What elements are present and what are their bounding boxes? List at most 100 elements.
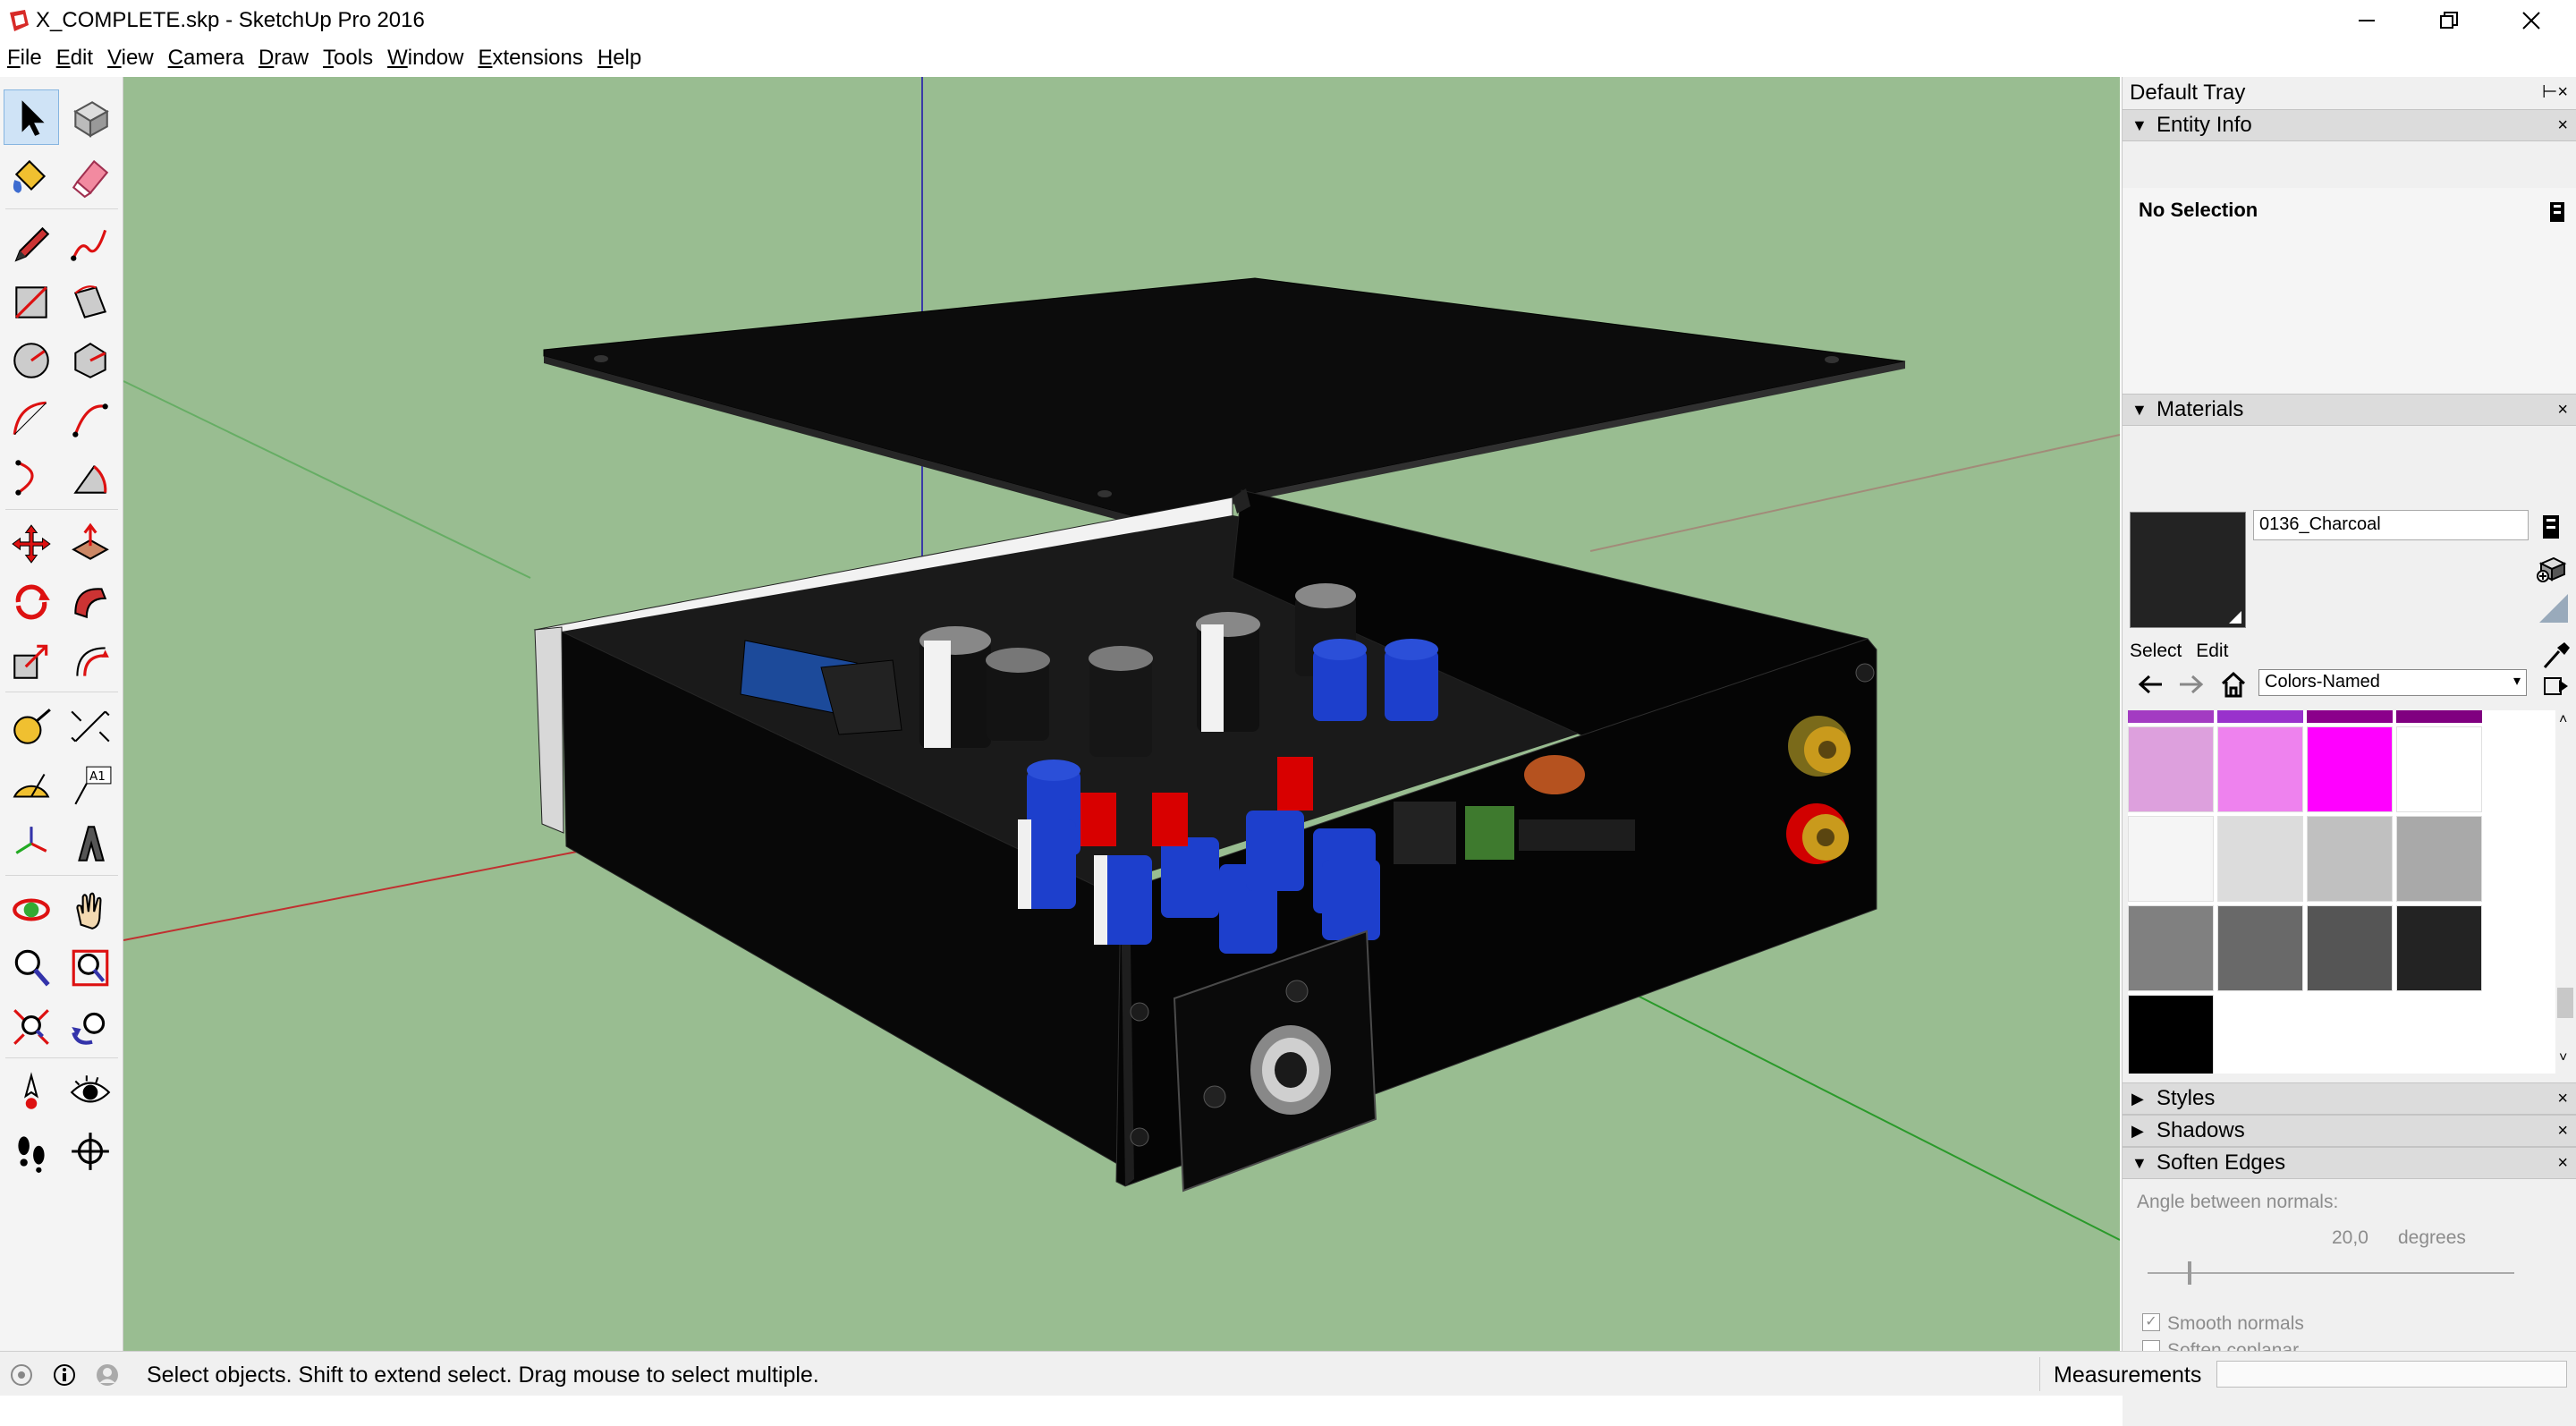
pie-tool-button[interactable] xyxy=(63,450,118,505)
material-grid-scrollbar[interactable]: ˄ ˅ xyxy=(2555,710,2575,1074)
angle-slider-thumb[interactable] xyxy=(2188,1261,2192,1285)
scale-tool-button[interactable] xyxy=(4,633,59,689)
material-swatch[interactable] xyxy=(2217,726,2303,812)
protractor-tool-button[interactable] xyxy=(4,758,59,813)
axes-tool-button[interactable] xyxy=(4,816,59,871)
offset-tool-button[interactable] xyxy=(63,633,118,689)
tray-close-icon[interactable]: ⊢× xyxy=(2542,81,2568,103)
panel-materials[interactable]: ▼ Materials × xyxy=(2123,394,2576,426)
material-swatch[interactable] xyxy=(2128,905,2214,991)
menu-draw[interactable]: Draw xyxy=(257,44,310,72)
model-viewport[interactable] xyxy=(123,77,2120,1351)
rotate-tool-button[interactable] xyxy=(4,574,59,630)
follow-me-tool-button[interactable] xyxy=(63,574,118,630)
model-canvas[interactable] xyxy=(123,77,2120,1351)
material-swatch[interactable] xyxy=(2217,905,2303,991)
credits-icon[interactable] xyxy=(52,1362,77,1388)
create-material-icon[interactable] xyxy=(2536,551,2568,583)
position-camera-tool-button[interactable] xyxy=(4,1065,59,1120)
panel-entity-info[interactable]: ▼ Entity Info × xyxy=(2123,109,2576,141)
walk-tool-button[interactable] xyxy=(4,1124,59,1179)
menu-extensions[interactable]: Extensions xyxy=(476,44,584,72)
rectangle-tool-button[interactable] xyxy=(4,275,59,330)
3d-text-tool-button[interactable] xyxy=(63,816,118,871)
material-swatch[interactable] xyxy=(2128,816,2214,902)
smooth-normals-checkbox[interactable]: ✓ xyxy=(2142,1313,2160,1331)
two-point-arc-tool-button[interactable] xyxy=(63,392,118,447)
restore-button[interactable] xyxy=(2408,0,2490,41)
pan-tool-button[interactable] xyxy=(63,882,118,938)
panel-close-icon[interactable]: × xyxy=(2557,1153,2568,1174)
menu-file[interactable]: File xyxy=(5,44,44,72)
close-button[interactable] xyxy=(2490,0,2572,41)
panel-close-icon[interactable]: × xyxy=(2557,115,2568,136)
material-swatch-grid[interactable] xyxy=(2128,710,2557,1074)
scroll-down-icon[interactable]: ˅ xyxy=(2559,1050,2567,1066)
menu-help[interactable]: Help xyxy=(596,44,643,72)
material-swatch[interactable] xyxy=(2128,710,2214,723)
material-swatch[interactable] xyxy=(2128,726,2214,812)
material-swatch[interactable] xyxy=(2217,816,2303,902)
zoom-extents-tool-button[interactable] xyxy=(4,999,59,1055)
material-name-field[interactable]: 0136_Charcoal xyxy=(2253,510,2529,540)
menu-edit[interactable]: Edit xyxy=(55,44,95,72)
section-plane-tool-button[interactable] xyxy=(63,1124,118,1179)
material-swatch[interactable] xyxy=(2307,816,2393,902)
panel-close-icon[interactable]: × xyxy=(2557,1089,2568,1109)
geo-location-icon[interactable] xyxy=(9,1362,34,1388)
back-arrow-icon[interactable] xyxy=(2137,673,2164,696)
material-swatch[interactable] xyxy=(2396,816,2482,902)
user-account-icon[interactable] xyxy=(95,1362,120,1388)
circle-tool-button[interactable] xyxy=(4,333,59,388)
forward-arrow-icon[interactable] xyxy=(2178,673,2205,696)
pencil-tool-button[interactable] xyxy=(4,216,59,271)
select-tool-button[interactable] xyxy=(4,89,59,145)
home-icon[interactable] xyxy=(2219,671,2248,698)
panel-close-icon[interactable]: × xyxy=(2557,400,2568,420)
menu-tools[interactable]: Tools xyxy=(321,44,375,72)
tab-edit[interactable]: Edit xyxy=(2196,641,2228,661)
panel-styles[interactable]: ▶ Styles × xyxy=(2123,1082,2576,1115)
arc-tool-button[interactable] xyxy=(4,392,59,447)
look-around-tool-button[interactable] xyxy=(63,1065,118,1120)
panel-shadows[interactable]: ▶ Shadows × xyxy=(2123,1115,2576,1147)
material-swatch[interactable] xyxy=(2396,726,2482,812)
details-arrow-icon[interactable] xyxy=(2543,675,2570,698)
menu-view[interactable]: View xyxy=(106,44,156,72)
details-toggle-icon[interactable] xyxy=(2539,514,2563,540)
tab-select[interactable]: Select xyxy=(2130,641,2182,661)
material-swatch[interactable] xyxy=(2396,905,2482,991)
angle-slider[interactable] xyxy=(2148,1261,2514,1285)
material-swatch[interactable] xyxy=(2396,710,2482,723)
material-swatch[interactable] xyxy=(2307,905,2393,991)
scroll-thumb[interactable] xyxy=(2557,988,2573,1018)
move-tool-button[interactable] xyxy=(4,516,59,572)
tape-measure-tool-button[interactable] xyxy=(4,699,59,754)
panel-soften-edges[interactable]: ▼ Soften Edges × xyxy=(2123,1147,2576,1179)
dimension-tool-button[interactable] xyxy=(63,699,118,754)
paint-bucket-tool-button[interactable] xyxy=(4,149,59,204)
minimize-button[interactable] xyxy=(2326,0,2408,41)
enclosure-lid[interactable] xyxy=(543,277,1906,524)
orbit-tool-button[interactable] xyxy=(4,882,59,938)
material-library-select[interactable]: Colors-Named ▾ xyxy=(2258,669,2527,696)
measurements-box[interactable] xyxy=(2216,1361,2567,1388)
current-material-swatch[interactable] xyxy=(2130,512,2246,628)
three-point-arc-tool-button[interactable] xyxy=(4,450,59,505)
freehand-tool-button[interactable] xyxy=(63,216,118,271)
rotated-rectangle-tool-button[interactable] xyxy=(63,275,118,330)
details-toggle-icon[interactable] xyxy=(2548,200,2566,224)
menu-window[interactable]: Window xyxy=(386,44,465,72)
previous-view-tool-button[interactable] xyxy=(63,999,118,1055)
make-component-tool-button[interactable] xyxy=(63,89,118,145)
material-swatch[interactable] xyxy=(2307,710,2393,723)
scroll-up-icon[interactable]: ˄ xyxy=(2559,712,2567,728)
push-pull-tool-button[interactable] xyxy=(63,516,118,572)
material-swatch[interactable] xyxy=(2217,710,2303,723)
text-tool-button[interactable]: A1 xyxy=(63,758,118,813)
zoom-tool-button[interactable] xyxy=(4,940,59,996)
material-swatch[interactable] xyxy=(2128,995,2214,1074)
panel-close-icon[interactable]: × xyxy=(2557,1121,2568,1142)
material-swatch[interactable] xyxy=(2307,726,2393,812)
polygon-tool-button[interactable] xyxy=(63,333,118,388)
